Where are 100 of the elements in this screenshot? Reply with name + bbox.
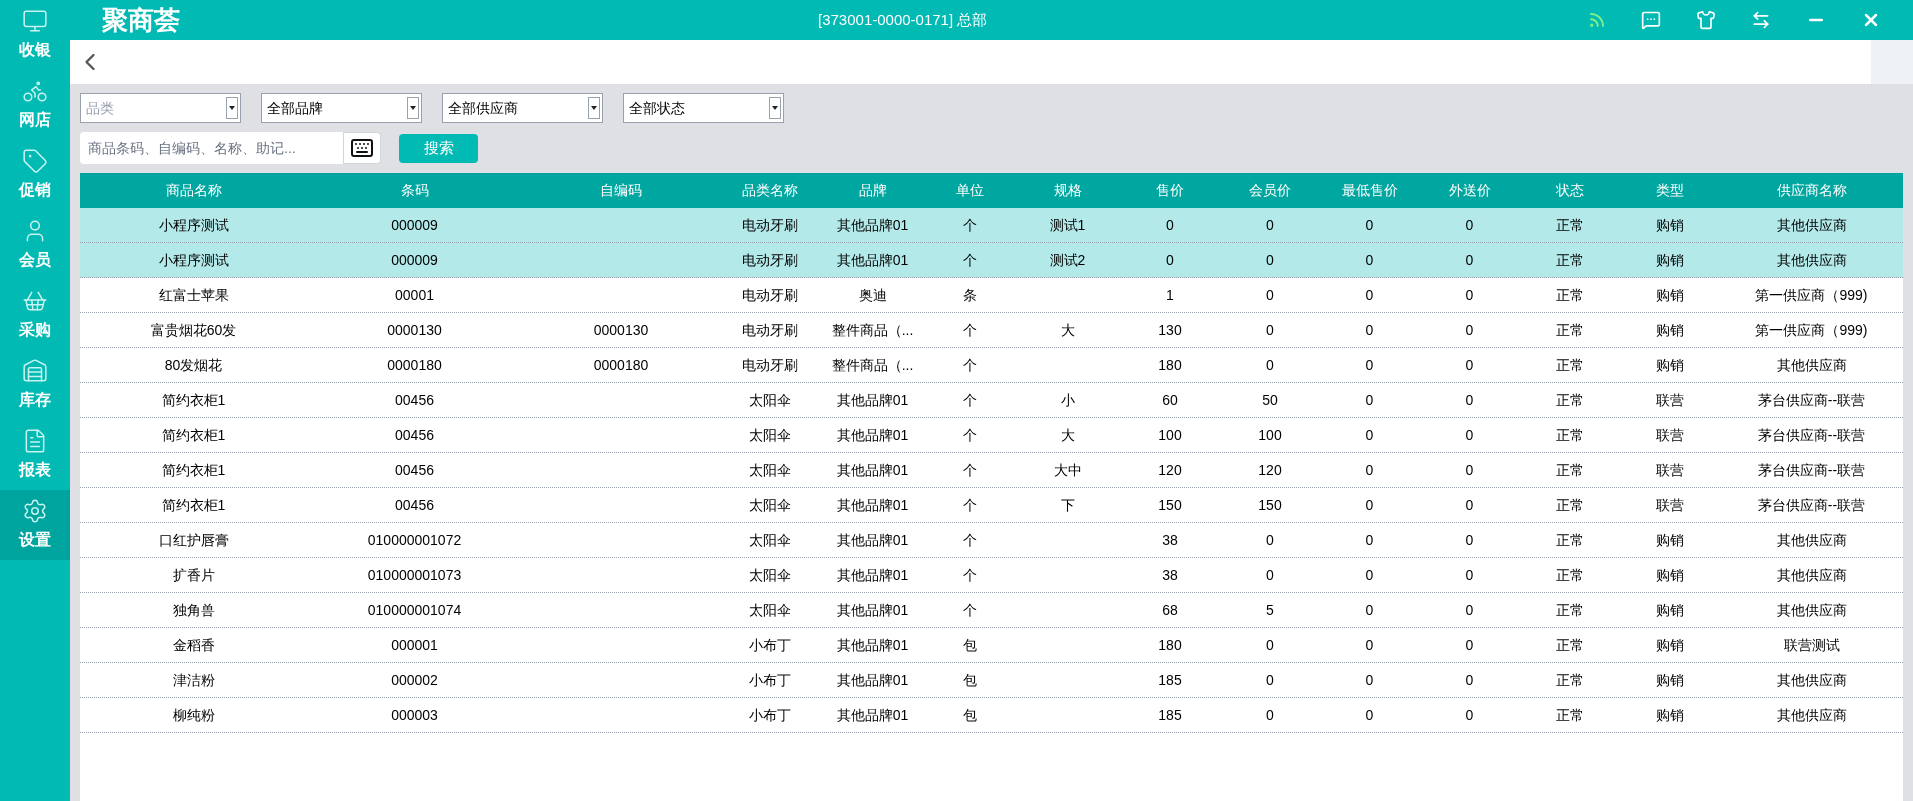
table-cell: 0 [1465, 216, 1474, 233]
column-header[interactable]: 最低售价 [1320, 180, 1419, 201]
table-cell: 奥迪 [858, 286, 887, 303]
table-cell: 0 [1365, 321, 1374, 338]
table-cell: 130 [1158, 321, 1182, 338]
table-cell: 0 [1365, 496, 1374, 513]
column-header[interactable]: 商品名称 [80, 180, 307, 201]
table-cell: 联营 [1656, 496, 1684, 513]
table-cell: 简约衣柜1 [161, 391, 226, 408]
table-cell: 其他供应商 [1776, 601, 1847, 618]
table-cell: 0 [1365, 251, 1374, 268]
table-cell: 正常 [1556, 706, 1584, 723]
column-header[interactable]: 外送价 [1419, 180, 1520, 201]
table-cell: 个 [963, 601, 977, 618]
table-cell: 其他品牌01 [836, 251, 909, 268]
table-cell: 购销 [1656, 566, 1684, 583]
table-cell: 整件商品（... [831, 321, 914, 338]
table-cell: 0 [1465, 601, 1474, 618]
sidebar-item[interactable]: 采购 [0, 280, 70, 350]
sidebar-item[interactable]: 报表 [0, 420, 70, 490]
table-cell: 第一供应商（999) [1755, 321, 1868, 338]
table-cell: 正常 [1556, 356, 1584, 373]
table-cell: 小布丁 [749, 706, 791, 723]
table-cell: 0 [1465, 531, 1474, 548]
table-cell: 简约衣柜1 [161, 461, 226, 478]
column-header[interactable]: 品类名称 [720, 180, 820, 201]
sidebar-item[interactable]: 库存 [0, 350, 70, 420]
table-cell: 茅台供应商--联营 [1757, 496, 1866, 513]
search-button[interactable]: 搜索 [399, 133, 478, 163]
table-cell: 大 [1060, 321, 1075, 338]
table-cell: 太阳伞 [749, 391, 791, 408]
table-cell: 包 [963, 671, 977, 688]
table-cell: 下 [1060, 496, 1075, 513]
sidebar-item[interactable]: 会员 [0, 210, 70, 280]
table-cell: 0 [1465, 671, 1474, 688]
settings-icon [22, 498, 48, 524]
table-cell: 150 [1158, 496, 1182, 513]
table-cell: 扩香片 [172, 566, 215, 583]
table-cell: 个 [963, 566, 977, 583]
filter-dropdown[interactable]: 全部供应商 [442, 93, 603, 123]
column-header[interactable]: 自编码 [522, 180, 720, 201]
filter-dropdown[interactable]: 品类 [80, 93, 241, 123]
table-cell: 其他品牌01 [836, 391, 909, 408]
column-header[interactable]: 类型 [1620, 180, 1720, 201]
table-cell: 正常 [1556, 321, 1584, 338]
table-cell: 金稻香 [172, 636, 215, 653]
table-cell: 其他供应商 [1776, 531, 1847, 548]
signal-icon [1588, 11, 1606, 29]
table-cell: 正常 [1556, 601, 1584, 618]
column-header[interactable]: 供应商名称 [1720, 180, 1903, 201]
table-cell: 口红护唇膏 [158, 531, 229, 548]
table-cell: 0 [1465, 461, 1474, 478]
table-cell: 茅台供应商--联营 [1757, 461, 1866, 478]
sidebar-item[interactable]: 促销 [0, 140, 70, 210]
table-cell: 简约衣柜1 [161, 426, 226, 443]
column-header[interactable]: 售价 [1120, 180, 1220, 201]
table-cell: 0000130 [593, 321, 649, 338]
sidebar-item[interactable]: 设置 [0, 490, 70, 560]
table-cell: 0 [1465, 566, 1474, 583]
table-cell: 太阳伞 [749, 601, 791, 618]
sidebar-item[interactable]: 网店 [0, 70, 70, 140]
table-cell: 柳纯粉 [172, 706, 215, 723]
table-cell: 个 [963, 531, 977, 548]
table-row[interactable]: 小程序测试 000009 电动牙刷 其他品牌01 个 测试2 0 0 0 0 正常 购销 其他供应商 [80, 243, 1903, 278]
table-cell: 小布丁 [749, 671, 791, 688]
table-cell: 0 [1365, 531, 1374, 548]
column-header[interactable]: 状态 [1520, 180, 1620, 201]
table-cell: 0000180 [593, 356, 649, 373]
table-cell: 68 [1162, 601, 1178, 618]
table-cell: 0 [1365, 671, 1374, 688]
switch-icon[interactable] [1751, 10, 1771, 30]
table-cell: 其他品牌01 [836, 636, 909, 653]
table-cell: 0 [1266, 671, 1274, 688]
table-cell: 0 [1365, 426, 1374, 443]
table-cell: 0 [1465, 426, 1474, 443]
table-cell: 太阳伞 [749, 531, 791, 548]
table-cell: 正常 [1556, 251, 1584, 268]
keyboard-button[interactable] [343, 132, 381, 164]
filter-dropdown[interactable]: 全部品牌 [261, 93, 422, 123]
column-header[interactable]: 规格 [1015, 180, 1120, 201]
search-field[interactable]: 商品条码、自编码、名称、助记... [80, 132, 343, 164]
column-header[interactable]: 品牌 [820, 180, 925, 201]
table-cell: 185 [1158, 706, 1182, 723]
sidebar-item[interactable]: 收银 [0, 0, 70, 70]
column-header[interactable]: 单位 [925, 180, 1015, 201]
column-header[interactable]: 条码 [307, 180, 522, 201]
table-cell: 独角兽 [172, 601, 215, 618]
table-cell: 购销 [1656, 671, 1684, 688]
table-cell: 0 [1465, 321, 1474, 338]
table-row[interactable]: 小程序测试 000009 电动牙刷 其他品牌01 个 测试1 0 0 0 0 正常 购销 其他供应商 [80, 208, 1903, 243]
table-cell: 其他品牌01 [836, 216, 909, 233]
table-cell: 0 [1266, 251, 1274, 268]
table-cell: 00456 [395, 461, 434, 478]
table-cell: 简约衣柜1 [161, 496, 226, 513]
filter-dropdown[interactable]: 全部状态 [623, 93, 784, 123]
table-cell: 其他品牌01 [836, 706, 909, 723]
table-cell: 购销 [1656, 531, 1684, 548]
column-header[interactable]: 会员价 [1220, 180, 1320, 201]
table-cell: 0 [1266, 286, 1274, 303]
table-cell: 第一供应商（999) [1755, 286, 1868, 303]
